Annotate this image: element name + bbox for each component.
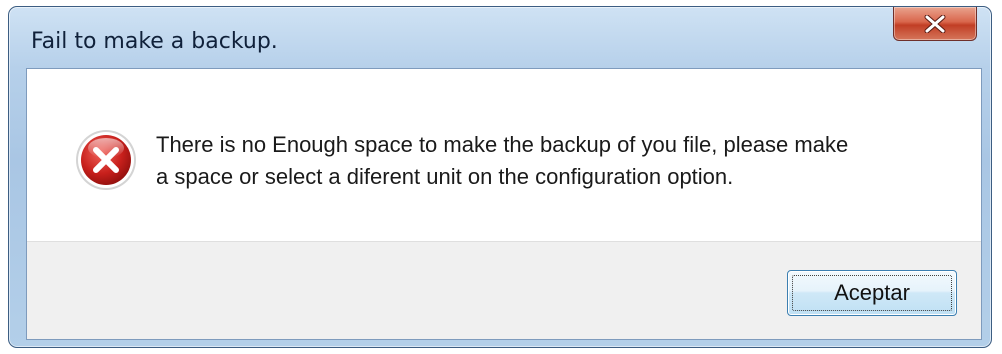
window-title: Fail to make a backup. [31,29,278,54]
button-bar: Aceptar [27,241,981,339]
dialog-client-area: There is no Enough space to make the bac… [26,68,982,340]
ok-button-label: Aceptar [834,280,910,305]
close-icon [924,14,946,33]
error-icon [76,130,136,190]
error-message-line: a space or select a diferent unit on the… [156,164,734,189]
dialog-window: Fail to make a backup. There is no Enoug… [8,6,992,348]
title-bar[interactable]: Fail to make a backup. [9,7,991,67]
error-message: There is no Enough space to make the bac… [156,129,956,193]
ok-button[interactable]: Aceptar [787,270,957,316]
error-message-line: There is no Enough space to make the bac… [156,132,849,157]
close-button[interactable] [893,7,977,41]
message-area: There is no Enough space to make the bac… [27,69,981,241]
